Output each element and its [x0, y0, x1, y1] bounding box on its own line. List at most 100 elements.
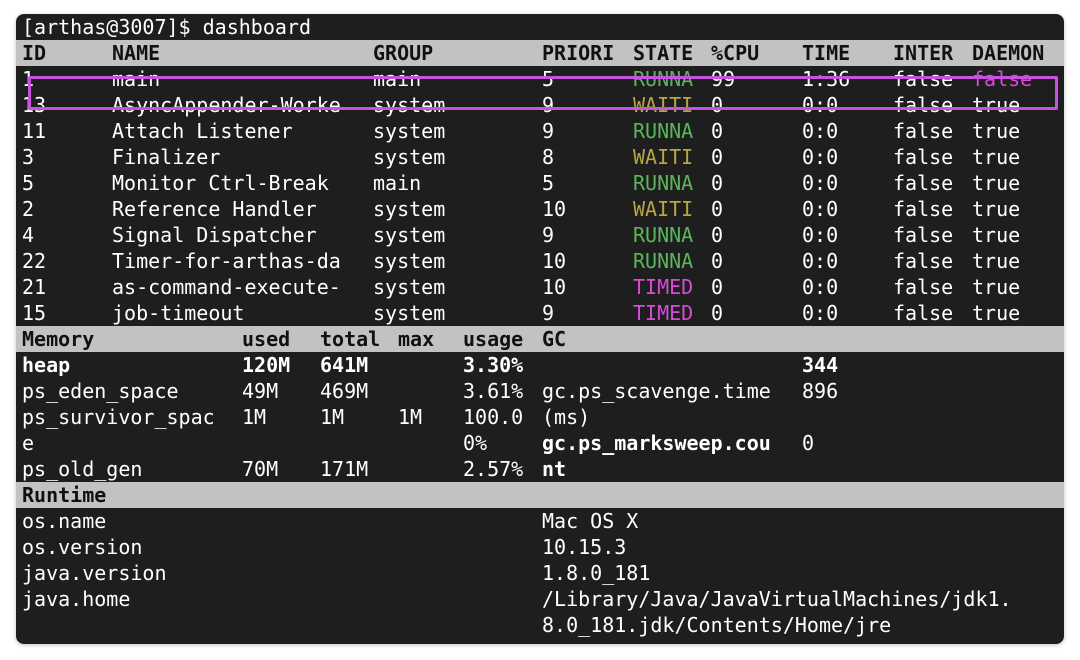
thread-group: system	[373, 197, 446, 221]
thread-name: Attach Listener	[112, 119, 293, 143]
memory-row: e 0% gc.ps_marksweep.cou 0	[16, 430, 1064, 456]
memory-column-header: used	[242, 327, 291, 351]
thread-inter: false	[893, 223, 954, 247]
thread-priority: 9	[542, 119, 555, 143]
column-header: %CPU	[711, 41, 760, 65]
thread-cpu: 0	[711, 301, 724, 325]
memory-cell: (ms)	[542, 405, 591, 429]
thread-id: 3	[22, 145, 35, 169]
runtime-value: 10.15.3	[542, 535, 627, 559]
runtime-value: Mac OS X	[542, 509, 639, 533]
memory-cell: 344	[802, 353, 839, 377]
memory-cell: 641M	[320, 353, 369, 377]
thread-time: 0:0	[802, 275, 839, 299]
memory-cell: gc.ps_scavenge.time	[542, 379, 771, 403]
thread-name: Finalizer	[112, 145, 221, 169]
memory-row: ps_eden_space 49M 469M 3.61% gc.ps_scavenge.…	[16, 378, 1064, 404]
thread-name: Reference Handler	[112, 197, 317, 221]
memory-cell: 70M	[242, 457, 279, 481]
column-header: PRIORI	[542, 41, 615, 65]
thread-group: system	[373, 249, 446, 273]
memory-cell: ps_survivor_spac	[22, 405, 215, 429]
thread-cpu: 0	[711, 275, 724, 299]
thread-inter: false	[893, 119, 954, 143]
thread-group: system	[373, 223, 446, 247]
thread-name: job-timeout	[112, 301, 245, 325]
thread-group: system	[373, 275, 446, 299]
thread-cpu: 0	[711, 145, 724, 169]
thread-row: 22 Timer-for-arthas-da system 10 RUNNA 0 0:0 fa…	[16, 248, 1064, 274]
runtime-key: os.version	[22, 535, 143, 559]
memory-cell: 2.57%	[463, 457, 524, 481]
thread-time: 0:0	[802, 171, 839, 195]
thread-daemon: true	[972, 119, 1021, 143]
memory-cell: 469M	[320, 379, 369, 403]
thread-name: as-command-execute-	[112, 275, 341, 299]
thread-priority: 10	[542, 249, 567, 273]
thread-group: system	[373, 301, 446, 325]
thread-inter: false	[893, 171, 954, 195]
thread-state: RUNNA	[633, 119, 694, 143]
thread-time: 0:0	[802, 119, 839, 143]
runtime-key: java.home	[22, 587, 131, 611]
thread-cpu: 0	[711, 197, 724, 221]
memory-column-header: total	[320, 327, 381, 351]
thread-cpu: 0	[711, 171, 724, 195]
column-header: TIME	[802, 41, 851, 65]
thread-row: 3 Finalizer system 8 WAITI 0 0:0 false true	[16, 144, 1064, 170]
thread-id: 11	[22, 119, 47, 143]
memory-cell: 171M	[320, 457, 369, 481]
thread-group: main	[373, 171, 422, 195]
memory-cell: ps_eden_space	[22, 379, 179, 403]
memory-column-header: GC	[542, 327, 567, 351]
thread-table-header: ID NAME GROUP PRIORI STATE %CPU TIME INTER DAEMO…	[16, 40, 1064, 66]
highlight-box	[28, 76, 1058, 110]
thread-state: TIMED	[633, 301, 694, 325]
thread-priority: 10	[542, 275, 567, 299]
thread-row: 2 Reference Handler system 10 WAITI 0 0:0 false…	[16, 196, 1064, 222]
thread-row: 5 Monitor Ctrl-Break main 5 RUNNA 0 0:0 false tr…	[16, 170, 1064, 196]
thread-priority: 9	[542, 301, 555, 325]
runtime-key: os.name	[22, 509, 107, 533]
thread-time: 0:0	[802, 301, 839, 325]
memory-cell: 896	[802, 379, 839, 403]
thread-id: 5	[22, 171, 35, 195]
memory-cell: 3.61%	[463, 379, 524, 403]
memory-cell: gc.ps_marksweep.cou	[542, 431, 771, 455]
thread-priority: 9	[542, 223, 555, 247]
runtime-row: 8.0_181.jdk/Contents/Home/jre	[16, 612, 1064, 638]
runtime-value: 1.8.0_181	[542, 561, 651, 585]
command-prompt: [arthas@3007]$ dashboard	[22, 15, 311, 39]
memory-column-header: max	[398, 327, 435, 351]
thread-row: 15 job-timeout system 9 TIMED 0 0:0 false true	[16, 300, 1064, 326]
runtime-title: Runtime	[22, 483, 107, 507]
column-header: ID	[22, 41, 47, 65]
runtime-row: java.home/Library/Java/JavaVirtualMachin…	[16, 586, 1064, 612]
thread-time: 0:0	[802, 249, 839, 273]
runtime-row: os.version 10.15.3	[16, 534, 1064, 560]
memory-cell: 100.0	[463, 405, 524, 429]
memory-cell: heap	[22, 353, 71, 377]
thread-inter: false	[893, 145, 954, 169]
thread-id: 15	[22, 301, 47, 325]
memory-row: ps_survivor_spac 1M 1M 1M 100.0 (ms)	[16, 404, 1064, 430]
memory-cell: ps_old_gen	[22, 457, 143, 481]
thread-row: 11 Attach Listener system 9 RUNNA 0 0:0 false tr…	[16, 118, 1064, 144]
memory-cell: 1M	[320, 405, 345, 429]
thread-priority: 8	[542, 145, 555, 169]
memory-cell: 49M	[242, 379, 279, 403]
thread-name: Monitor Ctrl-Break	[112, 171, 329, 195]
thread-state: RUNNA	[633, 223, 694, 247]
thread-daemon: true	[972, 301, 1021, 325]
memory-row: ps_old_gen 70M 171M 2.57% nt	[16, 456, 1064, 482]
memory-cell: 120M	[242, 353, 291, 377]
column-header: DAEMON	[972, 41, 1045, 65]
thread-daemon: true	[972, 223, 1021, 247]
runtime-row: os.name Mac OS X	[16, 508, 1064, 534]
thread-cpu: 0	[711, 249, 724, 273]
thread-id: 4	[22, 223, 35, 247]
column-header: GROUP	[373, 41, 434, 65]
thread-row: 21 as-command-execute-system 10 TIMED 0 0:0 fa…	[16, 274, 1064, 300]
memory-cell: 1M	[398, 405, 423, 429]
thread-cpu: 0	[711, 119, 724, 143]
